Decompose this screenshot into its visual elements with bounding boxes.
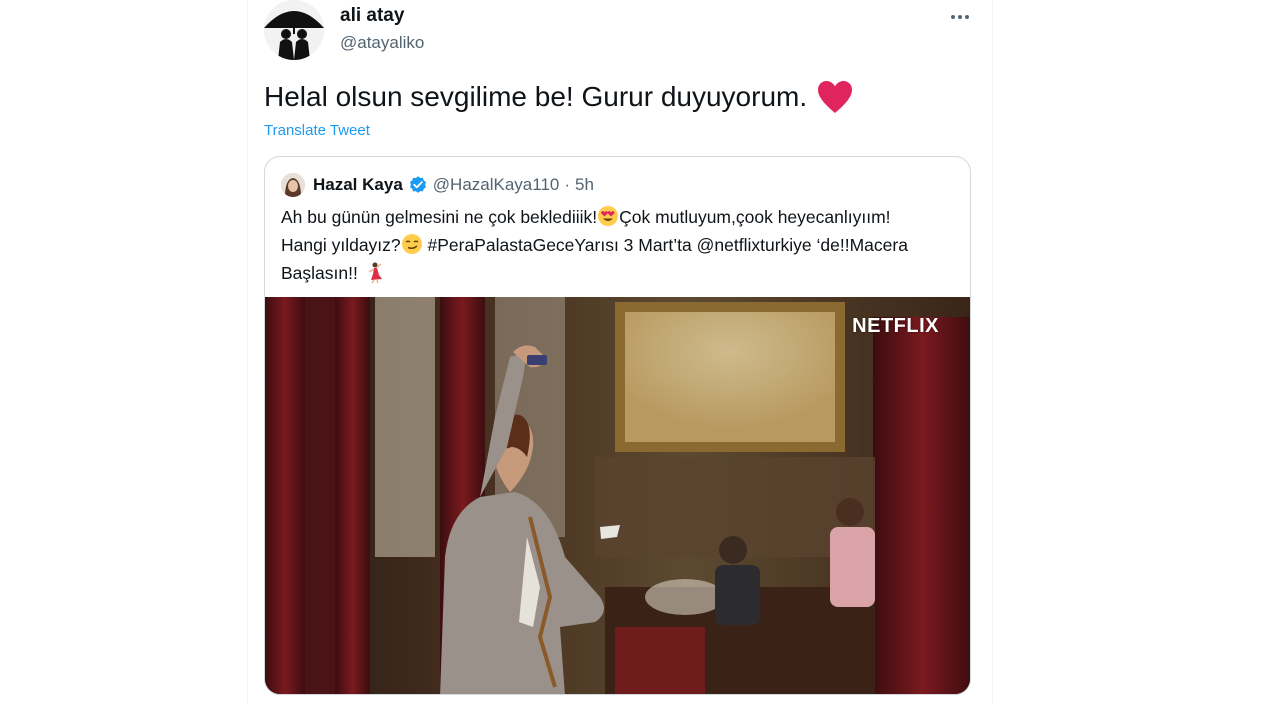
quoted-tweet-header: Hazal Kaya @HazalKaya110 · 5h: [281, 173, 594, 197]
quoted-author-handle[interactable]: @HazalKaya110: [433, 175, 560, 195]
verified-badge-icon: [409, 176, 426, 193]
quoted-text-line2a: Hangi yıldayız?: [281, 235, 401, 255]
video-frame-image: [265, 297, 970, 694]
tweet-text: Helal olsun sevgilime be! Gurur duyuyoru…: [264, 81, 808, 112]
quoted-tweet-card[interactable]: Hazal Kaya @HazalKaya110 · 5h Ah bu günü…: [264, 156, 971, 695]
netflix-watermark: NETFLIX: [852, 315, 939, 337]
quoted-text-line1a: Ah bu günün gelmesini ne çok beklediiik!: [281, 207, 598, 227]
more-icon[interactable]: [946, 4, 974, 30]
quoted-media-video[interactable]: NETFLIX: [265, 297, 970, 694]
quoted-author-name[interactable]: Hazal Kaya: [313, 175, 403, 195]
translate-tweet-link[interactable]: Translate Tweet: [264, 122, 370, 139]
quoted-author-avatar[interactable]: [281, 173, 305, 197]
dancer-emoji-icon: [368, 262, 382, 283]
quoted-text-line1b: Çok mutluyum,çook heyecanlıyıım!: [619, 207, 891, 227]
quoted-text-line2b: #PeraPalastaGeceYarısı 3 Mart’ta @netfli…: [422, 235, 908, 255]
author-handle[interactable]: @atayaliko: [340, 33, 424, 53]
quoted-timestamp[interactable]: 5h: [575, 175, 594, 195]
heart-eyes-emoji-icon: [598, 206, 619, 226]
separator-dot: ·: [564, 175, 571, 194]
quoted-tweet-text: Ah bu günün gelmesini ne çok beklediiik!…: [281, 203, 961, 287]
red-heart-icon: [817, 80, 853, 114]
smirking-face-emoji-icon: [401, 234, 422, 254]
quoted-text-line3: Başlasın!!: [281, 263, 358, 283]
tweet-text-container: Helal olsun sevgilime be! Gurur duyuyoru…: [264, 80, 853, 114]
author-name[interactable]: ali atay: [340, 5, 404, 27]
author-avatar[interactable]: [264, 0, 324, 60]
